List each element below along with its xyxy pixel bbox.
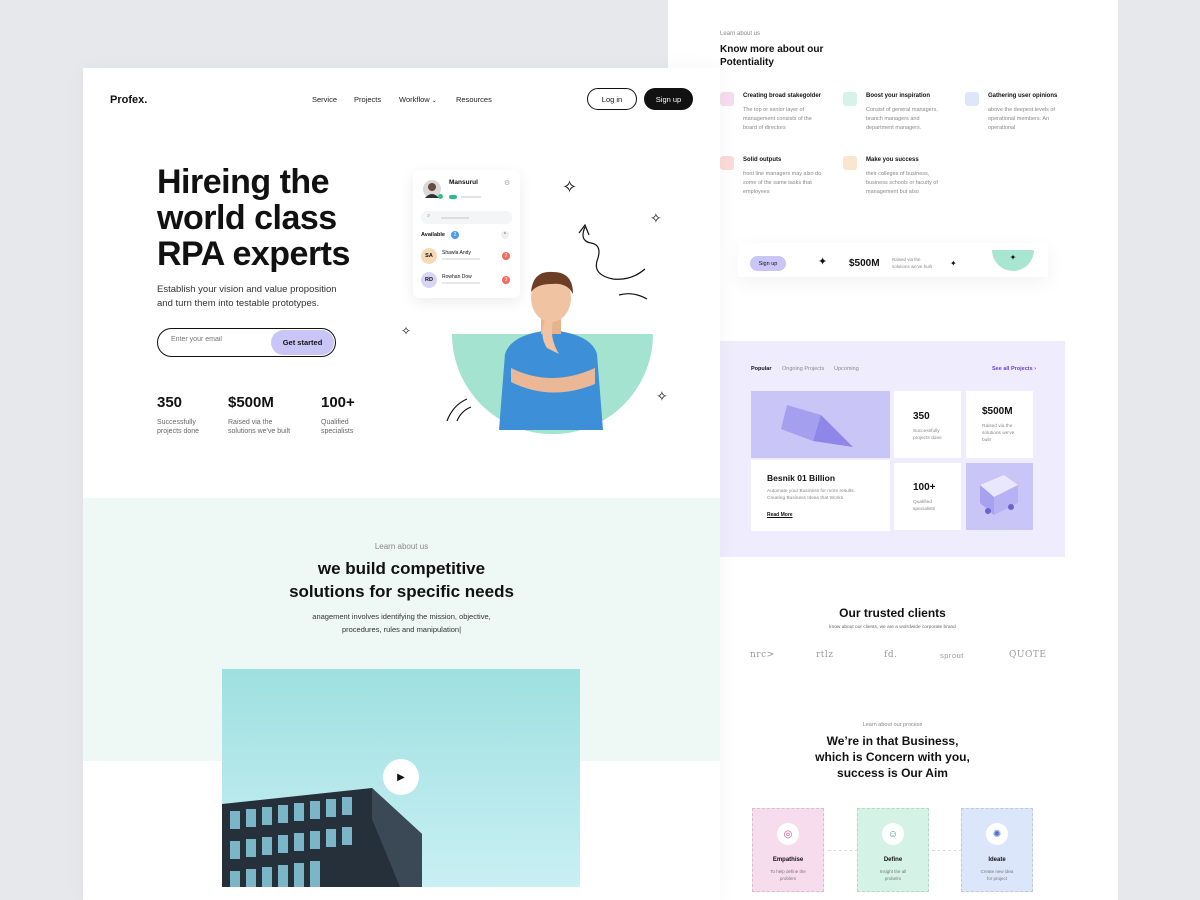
stat-card: 350 Successfully projects done — [894, 391, 961, 458]
client-logo-fd: fd. — [884, 650, 898, 660]
chat-icon — [720, 92, 734, 106]
chevron-down-icon: ⌄ — [431, 98, 437, 104]
clients-subtitle: know about our clients, we are a wolrdwi… — [829, 625, 956, 630]
strip-desc: Raised via the solutions we've built — [892, 257, 932, 269]
available-label: Available — [421, 232, 445, 238]
lightbulb-icon: ✺ — [986, 823, 1008, 845]
stats-strip: Sign up ✦ $500M Raised via the solutions … — [738, 243, 1048, 277]
stat-item: $500M Raised via the solutions we've buil… — [228, 394, 291, 435]
client-logo-nrc: nrc> — [750, 650, 775, 660]
hero-title: Hireing the world class RPA experts — [157, 163, 350, 273]
projects-panel: Popular Ongoing Projects Upcoming See al… — [720, 341, 1065, 557]
nav-resources[interactable]: Resources — [456, 95, 492, 104]
profile-name: Mansurul — [449, 179, 478, 186]
get-started-button[interactable]: Get started — [271, 330, 334, 355]
brand-logo[interactable]: Profex. — [110, 94, 147, 106]
online-status-dot — [438, 194, 443, 199]
skeleton-line — [461, 196, 481, 198]
feature-item: Make you success their colleges of busin… — [843, 156, 953, 206]
about-eyebrow: Learn about us — [374, 542, 429, 551]
sparkle-icon: ✧ — [656, 388, 668, 404]
email-input[interactable] — [171, 336, 261, 343]
profile-card: Mansurul ⚙ ⌕ Available 2 ⌃ SA Shawla And… — [413, 170, 520, 298]
sparkle-icon: ✧ — [401, 324, 412, 338]
stat-item: 100+ Qualified specialists — [321, 394, 355, 435]
nav-workflow[interactable]: Workflow ⌄ — [399, 95, 437, 104]
scribble-lines-icon — [446, 398, 472, 422]
list-item[interactable]: RD Rowhan Dow 3 — [421, 270, 512, 290]
scribble-arrow-icon — [578, 223, 648, 300]
play-icon: ▶ — [397, 771, 405, 783]
back-page: Learn about us Know more about our Poten… — [668, 0, 1118, 900]
client-logo-sprout: sprout — [940, 651, 964, 660]
users-icon — [965, 92, 979, 106]
notification-badge: 3 — [502, 276, 510, 284]
nav-service[interactable]: Service — [312, 95, 337, 104]
strip-value: $500M — [849, 258, 880, 269]
login-button[interactable]: Log in — [587, 88, 637, 110]
see-all-projects-link[interactable]: See all Projects › — [992, 366, 1036, 372]
video-thumbnail[interactable]: ▶ — [222, 669, 580, 887]
stat-card: $500M Raised via the solutions we've built — [966, 391, 1033, 458]
featured-project-card: Besnik 01 Billion Automate your Business… — [751, 460, 890, 531]
signup-button[interactable]: Sign up — [644, 88, 693, 110]
laptop-image — [751, 391, 890, 458]
read-more-link[interactable]: Read More — [767, 512, 793, 518]
process-step: ◎ Empathise To help define the problem — [752, 808, 824, 892]
gear-icon[interactable]: ⚙ — [504, 179, 510, 187]
notification-badge: 2 — [502, 252, 510, 260]
section-title: Know more about our Potentiality — [720, 44, 824, 68]
hero-subtitle: Establish your vision and value proposit… — [157, 284, 337, 309]
sparkle-icon: ✧ — [562, 177, 578, 197]
process-step: ✺ Ideate Create new idea for project — [961, 808, 1033, 892]
connector-line — [932, 850, 962, 851]
sparkle-icon: ✦ — [818, 256, 828, 268]
heart-icon — [720, 156, 734, 170]
email-signup-form: Get started — [157, 328, 336, 357]
mint-half-circle: ✦ — [992, 250, 1034, 271]
search-input[interactable]: ⌕ — [421, 211, 512, 224]
stat-item: 350 Successfully projects done — [157, 394, 200, 435]
smile-icon — [843, 156, 857, 170]
monitor-icon — [843, 92, 857, 106]
eyebrow: Learn about us — [720, 31, 761, 37]
chevron-up-icon[interactable]: ⌃ — [501, 231, 509, 239]
feature-item: Boost your inspiration Consist of genera… — [843, 92, 953, 142]
client-logo-quote: QUOTE — [1009, 650, 1047, 660]
search-icon: ⌕ — [427, 213, 431, 219]
status-toggle[interactable] — [449, 195, 457, 199]
client-logo-rtlz: rtlz — [816, 650, 834, 660]
project-title: Besnik 01 Billion — [767, 473, 836, 483]
feature-item: Gathering user opinions above the deepes… — [965, 92, 1075, 142]
process-title: We’re in that Business, which is Concern… — [815, 734, 970, 780]
tab-ongoing[interactable]: Ongoing Projects — [782, 366, 824, 372]
stat-card: 100+ Qualified specialists — [894, 463, 961, 530]
feature-item: Creating broad stakegolder The top or se… — [720, 92, 830, 142]
list-item[interactable]: SA Shawla Andy 2 — [421, 246, 512, 266]
tab-upcoming[interactable]: Upcoming — [834, 366, 859, 372]
connector-line — [828, 850, 858, 851]
tab-popular[interactable]: Popular — [751, 366, 771, 372]
target-icon: ◎ — [777, 823, 799, 845]
project-desc: Automate your Business for more results.… — [767, 489, 855, 502]
about-title: we build competitive solutions for speci… — [289, 559, 514, 601]
available-count-badge: 2 — [451, 231, 459, 239]
user-circle-icon: ☺ — [882, 823, 904, 845]
process-eyebrow: Learn about our process — [862, 722, 923, 728]
bus-image — [966, 463, 1033, 530]
front-page: Profex. Service Projects Workflow ⌄ Reso… — [83, 68, 720, 900]
process-step: ☺ Define Insight the all probelm — [857, 808, 929, 892]
play-button[interactable]: ▶ — [383, 759, 419, 795]
clients-title: Our trusted clients — [839, 606, 946, 620]
nav-projects[interactable]: Projects — [354, 95, 381, 104]
strip-signup-button[interactable]: Sign up — [750, 256, 786, 271]
sparkle-icon: ✦ — [950, 259, 957, 268]
about-desc: anagement involves identifying the missi… — [312, 612, 491, 634]
feature-item: Solid outputs front line managers may al… — [720, 156, 830, 206]
sparkle-icon: ✧ — [650, 210, 662, 226]
